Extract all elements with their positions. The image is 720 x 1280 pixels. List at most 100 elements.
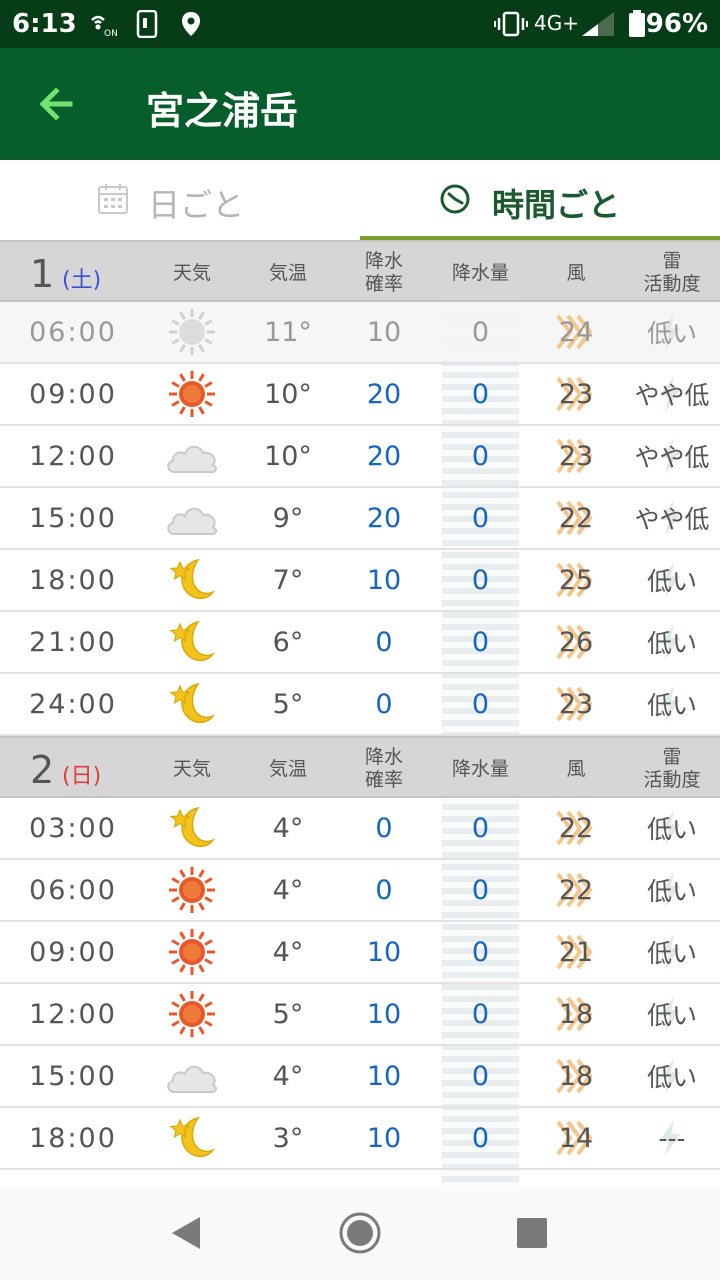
- network-type: 4G+: [534, 11, 579, 35]
- col-thunder-2: 活動度: [643, 769, 701, 791]
- row-precip-prob: 10: [366, 998, 402, 1030]
- col-wind: 風: [566, 261, 586, 284]
- col-prob-1: 降水: [364, 746, 403, 768]
- table-row: 24:00 5° 0 0 23 低い: [0, 674, 720, 736]
- location-icon: [182, 12, 200, 36]
- table-row: 06:00 4° 0 0 22 低い: [0, 860, 720, 922]
- row-wind: 24: [536, 302, 616, 362]
- moon-icon: [152, 612, 232, 672]
- row-time: 21:00: [29, 626, 117, 658]
- nav-back-icon[interactable]: [168, 1215, 204, 1251]
- day-header: 1 (土) 天気 気温 降水 確率 降水量 風 雷活動度: [0, 240, 720, 302]
- nav-home-icon[interactable]: [338, 1211, 382, 1255]
- row-temp: 4°: [272, 812, 304, 844]
- day-number: 1: [30, 252, 55, 296]
- row-thunder: 低い: [624, 1046, 720, 1106]
- row-wind: 23: [536, 426, 616, 486]
- moon-icon: [152, 798, 232, 858]
- row-temp: 5°: [272, 998, 304, 1030]
- row-time: 09:00: [29, 378, 117, 410]
- row-thunder-level: 低い: [646, 567, 697, 596]
- row-time: 15:00: [29, 1060, 117, 1092]
- row-precip-prob: 0: [375, 812, 393, 844]
- cloudy-icon: [152, 488, 232, 548]
- table-row: 06:00 11° 10 0 24 低い: [0, 302, 720, 364]
- row-thunder: 低い: [624, 550, 720, 610]
- row-wind-speed: 26: [558, 626, 594, 658]
- row-time: 18:00: [29, 1122, 117, 1154]
- row-precip-prob: 10: [366, 936, 402, 968]
- col-thunder-1: 雷: [662, 250, 682, 272]
- signal-icon: [582, 12, 614, 36]
- row-wind: 18: [536, 1046, 616, 1106]
- row-thunder: ---: [624, 1108, 720, 1168]
- app-bar: 宮之浦岳: [0, 48, 720, 160]
- row-precip-amount: 0: [471, 688, 490, 720]
- row-wind: 21: [536, 922, 616, 982]
- row-precip-amount: 0: [471, 502, 490, 534]
- back-arrow-icon[interactable]: [34, 82, 78, 126]
- col-amount: 降水量: [451, 261, 509, 284]
- row-precip-amount: 0: [471, 936, 490, 968]
- col-amount: 降水量: [451, 757, 509, 780]
- row-wind: 23: [536, 364, 616, 424]
- row-thunder-level: 低い: [646, 877, 697, 906]
- battery-icon: [629, 10, 645, 37]
- tab-daily[interactable]: 日ごと: [0, 160, 360, 240]
- row-thunder: 低い: [624, 984, 720, 1044]
- row-precip-prob: 20: [366, 440, 402, 472]
- status-bar: 6:13 ON 4G+ 96%: [0, 0, 720, 48]
- row-precip-prob: 10: [366, 564, 402, 596]
- row-thunder-level: 低い: [646, 629, 697, 658]
- row-time: 12:00: [29, 440, 117, 472]
- tab-hourly[interactable]: 時間ごと: [360, 160, 720, 240]
- row-thunder-level: 低い: [646, 1001, 697, 1030]
- col-temp: 気温: [268, 757, 307, 780]
- sunny-icon: [152, 364, 232, 424]
- row-wind-speed: 23: [558, 440, 594, 472]
- tab-hourly-label: 時間ごと: [492, 186, 621, 224]
- row-precip-prob: 10: [366, 1060, 402, 1092]
- sim-icon: [136, 10, 158, 38]
- nav-recents-icon[interactable]: [516, 1217, 548, 1249]
- row-temp: 10°: [264, 440, 312, 472]
- col-wind: 風: [566, 757, 586, 780]
- row-wind-speed: 22: [558, 812, 594, 844]
- row-precip-amount: 0: [471, 812, 490, 844]
- table-row: 09:00 10° 20 0 23 やや低: [0, 364, 720, 426]
- table-row: 18:00 3° 10 0 14 ---: [0, 1108, 720, 1170]
- vibrate-icon: [494, 11, 528, 37]
- clock-icon: [440, 184, 470, 214]
- row-wind: 22: [536, 488, 616, 548]
- hourly-forecast-table[interactable]: 1 (土) 天気 気温 降水 確率 降水量風雷活動度 06:00 11° 10 0 24 低い 09:00…: [0, 240, 720, 1186]
- row-wind-speed: 14: [558, 1122, 594, 1154]
- row-wind-speed: 18: [558, 998, 594, 1030]
- row-wind-speed: 22: [558, 874, 594, 906]
- table-row: 09:00 4° 10 0 21 低い: [0, 922, 720, 984]
- row-wind-speed: 22: [558, 502, 594, 534]
- col-prob-2: 確率: [364, 769, 403, 791]
- row-thunder: 低い: [624, 922, 720, 982]
- row-thunder: やや低: [624, 426, 720, 486]
- row-time: 12:00: [29, 998, 117, 1030]
- row-thunder-level: 低い: [646, 939, 697, 968]
- col-prob-2: 確率: [364, 273, 403, 295]
- sunny-icon: [152, 922, 232, 982]
- row-temp: 10°: [264, 378, 312, 410]
- row-precip-prob: 0: [375, 688, 393, 720]
- row-temp: 4°: [272, 1060, 304, 1092]
- svg-text:ON: ON: [104, 29, 118, 38]
- row-wind: 25: [536, 550, 616, 610]
- col-temp: 気温: [268, 261, 307, 284]
- row-wind: 22: [536, 860, 616, 920]
- row-thunder-level: やや低: [634, 381, 710, 410]
- row-temp: 7°: [272, 564, 304, 596]
- row-wind: 18: [536, 984, 616, 1044]
- table-row: 15:00 4° 10 0 18 低い: [0, 1046, 720, 1108]
- row-temp: 11°: [264, 316, 312, 348]
- row-wind: 14: [536, 1108, 616, 1168]
- row-wind-speed: 23: [558, 378, 594, 410]
- status-time: 6:13: [12, 9, 77, 39]
- row-time: 15:00: [29, 502, 117, 534]
- row-thunder: 低い: [624, 612, 720, 672]
